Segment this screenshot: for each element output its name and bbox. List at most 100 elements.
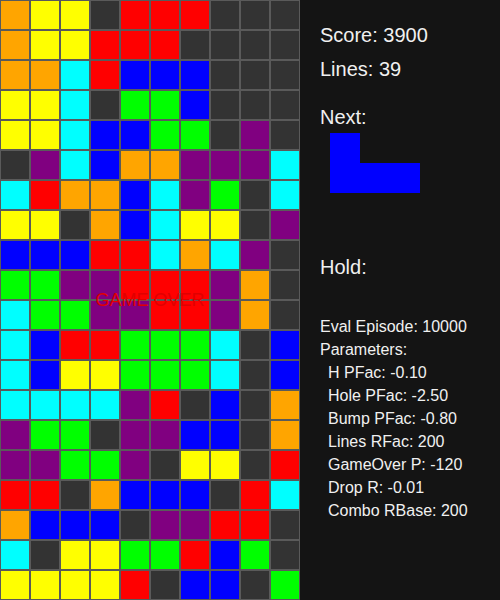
board-cell [240, 240, 270, 270]
board-cell [150, 60, 180, 90]
board-cell [270, 270, 300, 300]
board-cell [60, 540, 90, 570]
board-cell [60, 450, 90, 480]
piece-cell [360, 133, 390, 163]
board-cell [30, 330, 60, 360]
board-cell [90, 480, 120, 510]
board-cell [150, 210, 180, 240]
board-cell [180, 30, 210, 60]
board-cell [270, 0, 300, 30]
board-cell [150, 360, 180, 390]
board-cell [60, 270, 90, 300]
board-cell [180, 330, 210, 360]
lines: Lines: 39 [320, 57, 500, 81]
parameters-label: Parameters: [320, 338, 500, 361]
board-cell [120, 480, 150, 510]
next-label: Next: [320, 105, 500, 129]
board-cell [150, 570, 180, 600]
game-board: GAME OVER [0, 0, 300, 600]
board-cell [180, 210, 210, 240]
board-cell [240, 0, 270, 30]
board-cell [210, 360, 240, 390]
board-cell [270, 90, 300, 120]
board-cell [60, 300, 90, 330]
board-cell [240, 180, 270, 210]
board-cell [240, 480, 270, 510]
board-cell [210, 270, 240, 300]
board-cell [60, 420, 90, 450]
board-cell [210, 30, 240, 60]
board-cell [60, 570, 90, 600]
board-cell [210, 390, 240, 420]
board-cell [90, 450, 120, 480]
board-cell [90, 120, 120, 150]
board-cell [120, 150, 150, 180]
board-cell [270, 360, 300, 390]
board-cell [180, 390, 210, 420]
board-cell [0, 150, 30, 180]
game-over-text: GAME OVER [0, 289, 300, 311]
board-cell [0, 90, 30, 120]
board-cell [90, 150, 120, 180]
board-cell [60, 480, 90, 510]
board-cell [210, 330, 240, 360]
board-cell [150, 390, 180, 420]
board-cell [120, 210, 150, 240]
board-cell [30, 120, 60, 150]
board-cell [60, 330, 90, 360]
board-cell [0, 210, 30, 240]
board-cell [180, 180, 210, 210]
board-cell [270, 210, 300, 240]
board-cell [150, 540, 180, 570]
board-cell [180, 0, 210, 30]
board-cell [30, 360, 60, 390]
board-cell [270, 420, 300, 450]
piece-cell [360, 163, 390, 193]
board-cell [150, 30, 180, 60]
board-cell [120, 390, 150, 420]
board-cell [180, 90, 210, 120]
parameter: H PFac: -0.10 [320, 361, 500, 384]
board-cell [30, 150, 60, 180]
board-cell [30, 240, 60, 270]
board-cell [90, 180, 120, 210]
board-cell [210, 570, 240, 600]
board-cell [210, 90, 240, 120]
board-cell [270, 570, 300, 600]
board-cell [240, 120, 270, 150]
board-cell [120, 510, 150, 540]
board-cell [150, 180, 180, 210]
board-cell [60, 60, 90, 90]
board-cell [120, 450, 150, 480]
board-cell [90, 360, 120, 390]
info-panel: Score: 3900Lines: 39Next:Hold:Eval Episo… [300, 0, 500, 600]
board-cell [270, 240, 300, 270]
board-cell [90, 210, 120, 240]
parameter: Lines RFac: 200 [320, 430, 500, 453]
board-cell [120, 540, 150, 570]
board-cell [60, 90, 90, 120]
board-cell [240, 30, 270, 60]
board-cell [120, 240, 150, 270]
board-cell [180, 240, 210, 270]
board-cell [180, 570, 210, 600]
board-cell [30, 180, 60, 210]
parameter: Hole PFac: -2.50 [320, 384, 500, 407]
board-cell [0, 270, 30, 300]
board-cell [120, 330, 150, 360]
board-cell [30, 540, 60, 570]
parameter: GameOver P: -120 [320, 453, 500, 476]
board-cell [210, 420, 240, 450]
board-cell [60, 360, 90, 390]
board-cell [150, 150, 180, 180]
board-cell [90, 570, 120, 600]
board-cell [0, 180, 30, 210]
board-cell [240, 420, 270, 450]
next-piece [330, 133, 500, 193]
board-cell [240, 270, 270, 300]
score: Score: 3900 [320, 23, 500, 47]
board-cell [60, 30, 90, 60]
board-cell [240, 210, 270, 240]
board-cell [120, 90, 150, 120]
board-cell [90, 540, 120, 570]
